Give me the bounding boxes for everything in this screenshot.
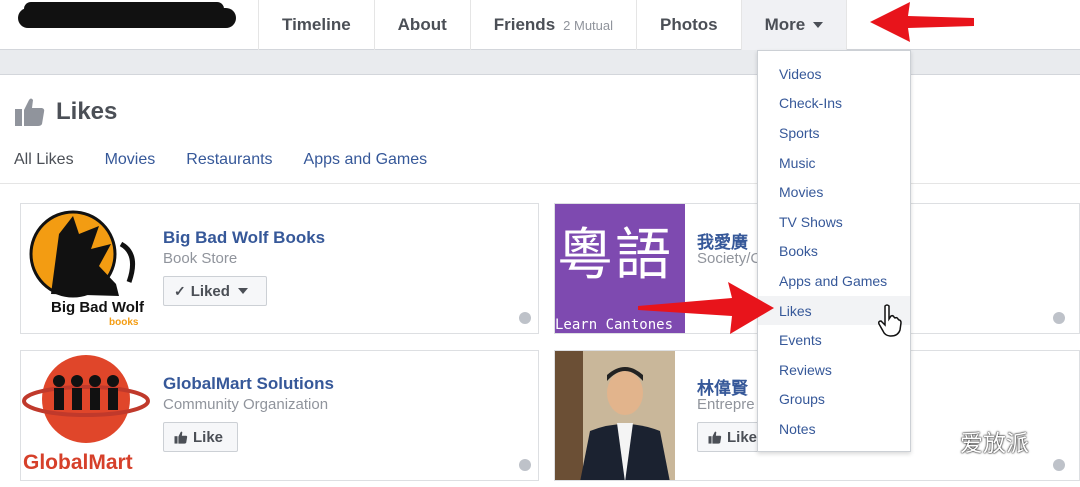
check-icon: ✓: [174, 282, 186, 299]
tab-photos[interactable]: Photos: [636, 0, 741, 50]
menu-item-books[interactable]: Books: [758, 237, 910, 267]
tabs-divider: [0, 183, 1080, 184]
tab-about[interactable]: About: [373, 0, 470, 50]
redacted-name-bar: [18, 8, 236, 28]
page-category: Entrepre: [697, 396, 755, 413]
thumbs-up-icon: [174, 431, 188, 444]
person-photo: [555, 351, 675, 480]
tab-more-label: More: [764, 15, 806, 34]
likes-title: Likes: [56, 98, 118, 125]
globalmart-logo-text: GlobalMart: [23, 451, 133, 474]
tab-friends[interactable]: Friends 2 Mutual: [469, 0, 636, 50]
likes-tabs: All Likes Movies Restaurants Apps and Ga…: [14, 151, 458, 169]
page-title-big-bad-wolf[interactable]: Big Bad Wolf Books: [163, 228, 325, 248]
globalmart-logo: GlobalMart: [21, 351, 151, 480]
menu-item-movies[interactable]: Movies: [758, 177, 910, 207]
menu-item-check-ins[interactable]: Check-Ins: [758, 89, 910, 119]
big-bad-wolf-logo: Big Bad Wolf books: [21, 204, 151, 333]
page-category: Community Organization: [163, 396, 329, 413]
tab-apps-and-games[interactable]: Apps and Games: [304, 151, 428, 169]
tab-more[interactable]: More: [740, 0, 848, 50]
menu-item-music[interactable]: Music: [758, 148, 910, 178]
more-dropdown-menu: Videos Check-Ins Sports Music Movies TV …: [757, 50, 911, 452]
likes-header: Likes: [14, 97, 117, 127]
globe-icon: [519, 312, 531, 324]
wechat-icon: [920, 428, 954, 453]
watermark: 爱放派: [920, 424, 1029, 458]
page-category: Book Store: [163, 250, 238, 267]
profile-tabs: Timeline About Friends 2 Mutual Photos Mo…: [258, 0, 848, 50]
liked-button-label: Liked: [190, 282, 230, 300]
tab-friends-label: Friends: [493, 15, 556, 34]
menu-item-tv-shows[interactable]: TV Shows: [758, 207, 910, 237]
wolf-logo-text: Big Bad Wolf: [51, 299, 145, 316]
like-button[interactable]: Like: [163, 422, 238, 452]
caret-down-icon: [813, 22, 824, 28]
mutual-count: 2 Mutual: [563, 17, 614, 33]
tab-all-likes[interactable]: All Likes: [14, 151, 74, 169]
cantonese-image-text: 粵語: [557, 223, 673, 288]
globe-icon: [1053, 459, 1065, 471]
menu-item-reviews[interactable]: Reviews: [758, 355, 910, 385]
like-button-label: Like: [193, 428, 224, 446]
tab-timeline[interactable]: Timeline: [258, 0, 374, 50]
like-card-big-bad-wolf: Big Bad Wolf books Big Bad Wolf Books Bo…: [20, 203, 539, 334]
globe-icon: [1053, 312, 1065, 324]
like-card-globalmart: GlobalMart GlobalMart Solutions Communit…: [20, 350, 539, 481]
globe-icon: [519, 459, 531, 471]
menu-item-videos[interactable]: Videos: [758, 59, 910, 89]
hand-cursor-icon: [878, 304, 902, 337]
tab-photos-label: Photos: [660, 15, 718, 34]
liked-button[interactable]: ✓ Liked: [163, 276, 267, 306]
globalmart-logo-icon: [22, 355, 150, 443]
tab-movies[interactable]: Movies: [105, 151, 156, 169]
watermark-text: 爱放派: [960, 430, 1029, 456]
wolf-logo-sub: books: [109, 317, 139, 328]
tab-about-label: About: [397, 15, 447, 34]
menu-item-sports[interactable]: Sports: [758, 118, 910, 148]
menu-item-notes[interactable]: Notes: [758, 414, 910, 444]
red-arrow-more-icon: [870, 2, 974, 42]
tab-restaurants[interactable]: Restaurants: [186, 151, 272, 169]
thumbs-up-icon: [15, 98, 45, 126]
menu-item-apps-and-games[interactable]: Apps and Games: [758, 266, 910, 296]
red-arrow-likes-icon: [638, 282, 774, 334]
person-photo-icon: [555, 351, 675, 480]
caret-down-icon: [237, 288, 248, 294]
menu-item-groups[interactable]: Groups: [758, 385, 910, 415]
page-title-globalmart[interactable]: GlobalMart Solutions: [163, 374, 334, 394]
like-button-label: Like: [727, 428, 758, 446]
tab-timeline-label: Timeline: [282, 15, 351, 34]
page-category: Society/C: [697, 250, 762, 267]
thumbs-up-icon: [708, 431, 722, 444]
